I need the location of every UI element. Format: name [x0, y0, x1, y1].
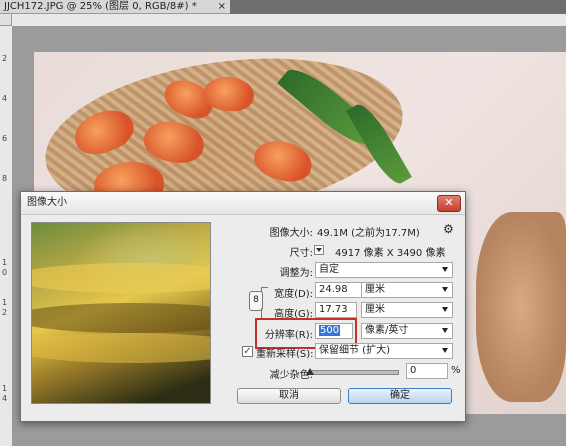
reduce-noise-slider-thumb[interactable]	[306, 368, 314, 375]
ruler-label: 2	[2, 54, 8, 63]
ribbon-shape	[476, 212, 566, 402]
horizontal-ruler	[12, 14, 566, 27]
resolution-unit-value: 像素/英寸	[365, 325, 409, 336]
ruler-label: 4	[2, 94, 8, 103]
dimensions-label: 尺寸:	[289, 248, 313, 259]
resample-label: 重新采样(S):	[256, 349, 314, 360]
image-size-label: 图像大小:	[269, 228, 313, 239]
resolution-unit-select[interactable]: 像素/英寸	[361, 323, 453, 339]
preview-band	[32, 303, 210, 333]
ruler-label: 1	[2, 384, 8, 393]
close-tab-icon[interactable]: ×	[218, 0, 226, 14]
document-tab[interactable]: JJCH172.JPG @ 25% (图层 0, RGB/8#) * ×	[0, 0, 230, 14]
dimensions-value: 4917 像素 X 3490 像素	[335, 248, 446, 259]
ruler-label: 0	[2, 268, 8, 277]
preview-band	[32, 263, 210, 293]
document-tab-title: JJCH172.JPG @ 25% (图层 0, RGB/8#) *	[4, 1, 197, 12]
fit-to-label: 调整为:	[279, 268, 313, 279]
chevron-down-icon	[442, 307, 448, 312]
resample-value: 保留细节 (扩大)	[319, 345, 390, 356]
image-preview[interactable]	[31, 222, 211, 404]
resample-checkbox[interactable]: ✓	[242, 346, 253, 357]
ruler-label: 4	[2, 394, 8, 403]
reduce-noise-input[interactable]: 0	[406, 363, 448, 379]
resample-select[interactable]: 保留细节 (扩大)	[315, 343, 453, 359]
resolution-value: 500	[319, 325, 341, 336]
height-unit-value: 厘米	[365, 304, 385, 315]
preview-band	[32, 333, 210, 363]
gear-icon[interactable]: ⚙	[443, 222, 454, 236]
ruler-label: 1	[2, 298, 8, 307]
ruler-label: 6	[2, 134, 8, 143]
image-size-value: 49.1M (之前为17.7M)	[317, 228, 420, 239]
ok-button[interactable]: 确定	[348, 388, 452, 404]
dialog-title-bar[interactable]: 图像大小 ✕	[21, 192, 465, 215]
fit-to-value: 自定	[319, 264, 339, 275]
resolution-input[interactable]: 500	[315, 323, 353, 339]
height-unit-select[interactable]: 厘米	[361, 302, 453, 318]
ruler-label: 1	[2, 258, 8, 267]
vertical-ruler: 2 4 6 8 1 0 1 2 1 4	[0, 26, 13, 446]
image-size-dialog: 图像大小 ✕ 图像大小: 49.1M (之前为17.7M) ⚙ 尺寸: 4917…	[20, 191, 466, 422]
fit-to-select[interactable]: 自定	[315, 262, 453, 278]
reduce-noise-unit: %	[451, 365, 461, 376]
cancel-button[interactable]: 取消	[237, 388, 341, 404]
tab-strip	[230, 0, 566, 14]
resolution-label: 分辨率(R):	[264, 330, 313, 341]
height-input[interactable]: 17.73	[315, 302, 357, 318]
dialog-close-button[interactable]: ✕	[437, 195, 461, 212]
dialog-title: 图像大小	[27, 197, 67, 208]
reduce-noise-label: 减少杂色:	[269, 370, 313, 381]
width-unit-value: 厘米	[365, 284, 385, 295]
chevron-down-icon	[442, 287, 448, 292]
ruler-label: 8	[2, 174, 8, 183]
ruler-label: 2	[2, 308, 8, 317]
width-unit-select[interactable]: 厘米	[361, 282, 453, 298]
chevron-down-icon	[442, 348, 448, 353]
dimensions-dropdown-icon[interactable]	[314, 245, 324, 255]
chevron-down-icon	[442, 328, 448, 333]
ruler-corner	[0, 14, 12, 26]
chevron-down-icon	[442, 267, 448, 272]
width-label: 宽度(D):	[274, 289, 313, 300]
reduce-noise-slider[interactable]	[309, 370, 399, 375]
